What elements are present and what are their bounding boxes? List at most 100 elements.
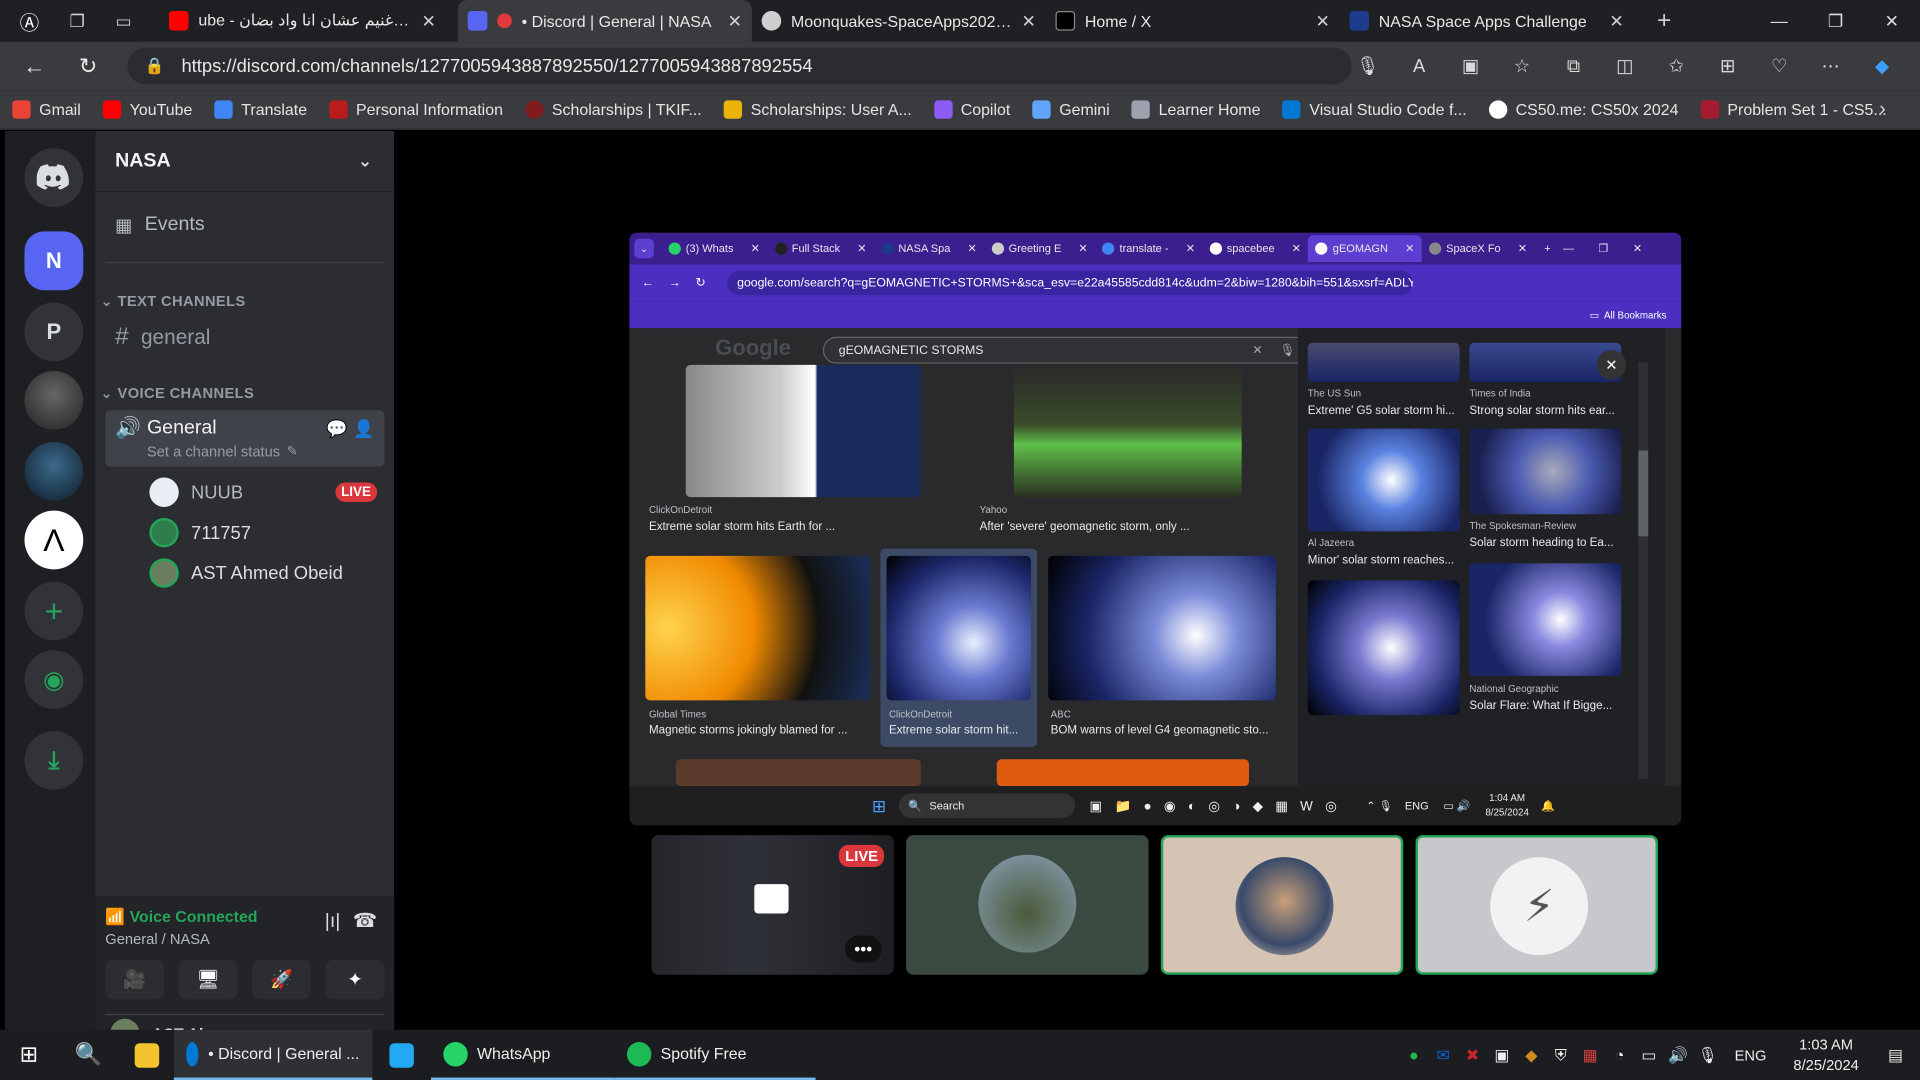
battery-icon[interactable]: ▭ — [1634, 1045, 1663, 1065]
bookmark-scholarships-user[interactable]: Scholarships: User A... — [723, 100, 912, 119]
bookmark-copilot[interactable]: Copilot — [933, 100, 1010, 119]
taskbar-spotify[interactable]: Spotify Free — [614, 1030, 815, 1080]
spotify-tray-icon[interactable]: ● — [1399, 1046, 1428, 1064]
camera-tray-icon[interactable]: ▣ — [1487, 1045, 1516, 1065]
category-voice-channels[interactable]: ⌄ VOICE CHANNELS — [100, 384, 254, 401]
close-icon[interactable]: ✕ — [422, 10, 436, 31]
server-icon-avatar-1[interactable] — [24, 371, 84, 430]
favorite-star-icon[interactable]: ☆ — [1496, 47, 1547, 86]
copilot-icon[interactable]: ◆ — [1856, 47, 1907, 86]
close-icon[interactable]: ✕ — [728, 10, 742, 31]
performance-icon[interactable]: ♡ — [1753, 47, 1804, 86]
bookmark-learner-home[interactable]: Learner Home — [1131, 100, 1260, 119]
tab-nasa[interactable]: NASA Space Apps Challenge ✕ — [1340, 0, 1634, 42]
close-window-icon[interactable]: ✕ — [1864, 0, 1920, 42]
new-tab-button[interactable]: + — [1651, 7, 1678, 34]
server-icon-avatar-2[interactable] — [24, 442, 84, 501]
close-icon[interactable]: ✕ — [1022, 10, 1036, 31]
bookmark-scholarships-tkif[interactable]: Scholarships | TKIF... — [524, 100, 702, 119]
microphone-icon[interactable]: 🎙 — [1693, 1045, 1722, 1065]
camera-button[interactable]: 🎥 — [105, 960, 165, 1000]
wifi-icon[interactable]: ◔ — [1605, 1046, 1634, 1064]
taskbar-discord-edge[interactable]: • Discord | General ... — [173, 1029, 372, 1080]
participant-tile-ast-ahmed-obeid[interactable] — [1160, 835, 1404, 975]
reload-icon[interactable]: ↻ — [69, 47, 108, 86]
more-options-icon[interactable]: ••• — [844, 935, 882, 963]
voice-channel-general[interactable]: 🔊 General Set a channel status ✎ 💬 👤 — [105, 410, 385, 467]
split-screen-icon[interactable]: ◫ — [1599, 47, 1650, 86]
discover-icon[interactable]: ◉ — [24, 650, 84, 709]
noise-suppression-icon[interactable]: |ı| — [325, 911, 341, 933]
download-icon[interactable]: ⤓ — [24, 731, 84, 790]
add-server-icon[interactable]: + — [24, 581, 84, 641]
read-aloud-icon[interactable]: A — [1393, 47, 1444, 86]
url-field[interactable]: 🔒 https://discord.com/channels/127700594… — [127, 47, 1352, 85]
edit-icon[interactable]: ✎ — [287, 443, 298, 459]
events-item[interactable]: ▦ Events — [115, 214, 205, 236]
discord-home-icon[interactable] — [24, 148, 84, 207]
favorites-icon[interactable]: ✩ — [1651, 47, 1702, 86]
more-icon[interactable]: ⋯ — [1805, 47, 1856, 86]
profile-icon[interactable]: Ⓐ — [15, 6, 44, 35]
start-button[interactable]: ⊞ — [0, 1030, 58, 1080]
minimize-icon[interactable]: — — [1751, 0, 1807, 42]
result-image — [685, 364, 921, 498]
activities-button[interactable]: 🚀 — [252, 960, 312, 1000]
app-tray-icon[interactable]: ◆ — [1517, 1045, 1546, 1065]
member-ast-ahmed-obeid[interactable]: AST Ahmed Obeid — [149, 558, 343, 588]
server-icon-n[interactable]: N — [24, 231, 84, 291]
invite-icon[interactable]: 👤 — [353, 419, 374, 440]
clock[interactable]: 1:03 AM 8/25/2024 — [1793, 1034, 1858, 1076]
category-text-channels[interactable]: ⌄ TEXT CHANNELS — [100, 293, 245, 310]
extensions-icon[interactable]: ⧉ — [1548, 47, 1599, 86]
channel-general[interactable]: # general — [105, 323, 384, 351]
search-button[interactable]: 🔍 — [58, 1030, 120, 1080]
bookmark-gmail[interactable]: Gmail — [12, 100, 81, 119]
server-header[interactable]: NASA ⌄ — [95, 131, 395, 193]
participant-tile-711757[interactable] — [906, 835, 1149, 975]
chat-icon[interactable]: 💬 — [326, 419, 347, 440]
maximize-icon[interactable]: ❐ — [1807, 0, 1863, 42]
server-icon-a[interactable]: Λ — [24, 510, 84, 570]
bookmark-cs50[interactable]: CS50.me: CS50x 2024 — [1488, 100, 1678, 119]
server-icon-p[interactable]: P — [24, 302, 84, 362]
back-icon[interactable]: ← — [15, 47, 54, 86]
member-711757[interactable]: 711757 — [149, 517, 251, 548]
tab-actions-icon[interactable]: ▭ — [110, 7, 137, 34]
bookmark-vscode[interactable]: Visual Studio Code f... — [1282, 100, 1467, 119]
bookmark-gemini[interactable]: Gemini — [1032, 100, 1110, 119]
participant-tile-user[interactable]: ⚡ — [1415, 835, 1658, 975]
disconnect-icon[interactable]: ☎ — [353, 909, 377, 933]
microphone-icon[interactable]: 🎙 — [1342, 47, 1393, 86]
taskbar-whatsapp[interactable]: WhatsApp — [430, 1030, 615, 1080]
bookmark-youtube[interactable]: YouTube — [102, 100, 192, 119]
volume-icon[interactable]: 🔊 — [1664, 1045, 1693, 1065]
bookmark-personal-information[interactable]: Personal Information — [329, 100, 503, 119]
taskbar-vscode[interactable] — [372, 1030, 431, 1080]
chevron-right-icon[interactable]: › — [1879, 99, 1886, 121]
security-tray-icon[interactable]: ⛨ — [1546, 1045, 1575, 1065]
stream-tile-nuub[interactable]: LIVE ••• — [651, 835, 894, 975]
shared-tab-active: gEOMAGN ✕ — [1308, 235, 1422, 263]
collections-icon[interactable]: ⊞ — [1702, 47, 1753, 86]
member-nuub[interactable]: NUUB LIVE — [149, 477, 378, 507]
file-explorer-button[interactable] — [119, 1030, 173, 1080]
outlook-tray-icon[interactable]: ✉ — [1428, 1045, 1457, 1065]
app-tray-icon[interactable]: ✖ — [1458, 1045, 1487, 1065]
close-icon[interactable]: ✕ — [1315, 10, 1329, 31]
tab-github[interactable]: Moonquakes-SpaceApps2023/c ✕ — [752, 0, 1046, 42]
tab-youtube[interactable]: ube - وائل غنيم عشان انا واد بضان ✕ — [159, 0, 446, 42]
voice-connected-status[interactable]: 📶 Voice Connected — [105, 907, 257, 927]
screen-share-button[interactable]: 🖥 — [178, 960, 238, 1000]
bookmark-translate[interactable]: Translate — [214, 100, 307, 119]
app-icon[interactable]: ▣ — [1445, 47, 1496, 86]
close-icon[interactable]: ✕ — [1609, 10, 1623, 31]
shared-screen[interactable]: ⌄ (3) Whats ✕ Full Stack ✕ NASA Spa ✕ Greet… — [629, 232, 1682, 826]
tab-discord[interactable]: • Discord | General | NASA ✕ — [457, 0, 752, 42]
workspaces-icon[interactable]: ❐ — [64, 7, 91, 34]
bookmark-problem-set[interactable]: Problem Set 1 - CS5... — [1700, 100, 1887, 119]
soundboard-button[interactable]: ✦ — [325, 960, 385, 1000]
notifications-icon[interactable]: ▤ — [1881, 1045, 1910, 1065]
tab-x[interactable]: Home / X ✕ — [1046, 0, 1340, 42]
app-tray-icon[interactable]: ▦ — [1575, 1045, 1604, 1065]
